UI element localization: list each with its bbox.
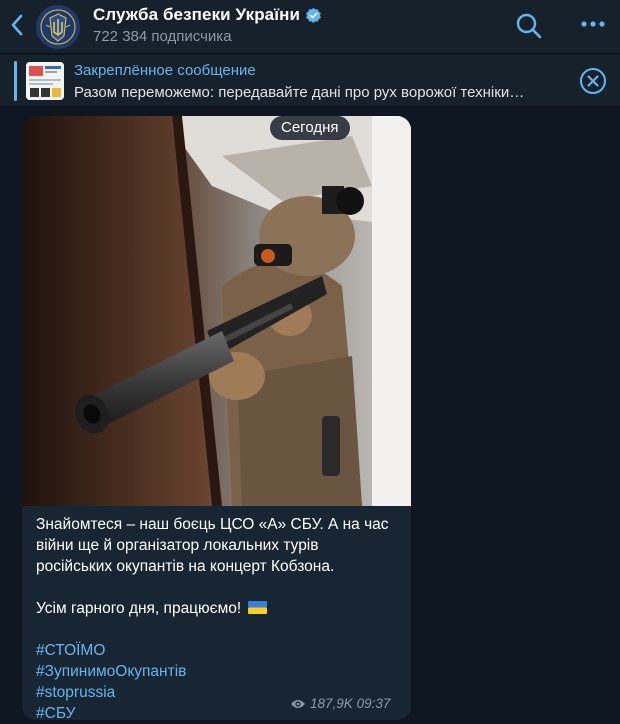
- hashtag-link[interactable]: #СТОЇМО: [36, 640, 396, 661]
- post-photo[interactable]: Сегодня: [22, 116, 411, 506]
- channel-title-row[interactable]: Служба безпеки України: [93, 5, 322, 25]
- ukraine-flag-icon: [247, 601, 267, 614]
- post-text: Знайомтеся – наш боєць ЦСО «А» СБУ. А на…: [36, 514, 396, 720]
- sbu-emblem-icon: [36, 5, 80, 49]
- more-dots-icon: [581, 21, 605, 27]
- eye-icon: [291, 699, 305, 708]
- chevron-left-icon: [11, 14, 23, 36]
- close-circle-icon: [580, 68, 606, 94]
- unpin-button[interactable]: [579, 67, 607, 95]
- channel-post[interactable]: Сегодня Знайомтеся – наш боєць ЦСО «А» С…: [22, 116, 411, 720]
- post-time: 09:37: [356, 696, 391, 711]
- back-button[interactable]: [6, 10, 30, 40]
- soldier-photo-image: [22, 116, 411, 506]
- search-icon: [516, 13, 542, 39]
- post-paragraph-1: Знайомтеся – наш боєць ЦСО «А» СБУ. А на…: [36, 516, 389, 575]
- pinned-label: Закреплённое сообщение: [74, 62, 256, 79]
- post-meta: 187,9K 09:37: [290, 696, 390, 711]
- verified-badge-icon: [306, 7, 321, 23]
- pinned-text: Разом переможемо: передавайте дані про р…: [74, 84, 525, 101]
- search-button[interactable]: [514, 11, 544, 41]
- pinned-thumbnail: [26, 62, 64, 100]
- pinned-thumbnail-image: [26, 62, 64, 100]
- chat-header: Служба безпеки України 722 384 подписчик…: [0, 0, 620, 54]
- pinned-indicator: [14, 61, 17, 101]
- date-badge: Сегодня: [270, 116, 350, 140]
- hashtag-link[interactable]: #ЗупинимоОкупантів: [36, 661, 396, 682]
- channel-avatar[interactable]: [36, 5, 80, 49]
- view-count: 187,9K: [310, 696, 353, 711]
- more-button[interactable]: [578, 14, 608, 34]
- pinned-message-bar[interactable]: Закреплённое сообщение Разом переможемо:…: [0, 55, 620, 107]
- channel-title: Служба безпеки України: [93, 5, 301, 24]
- subscriber-count: 722 384 подписчика: [93, 28, 232, 45]
- post-paragraph-2-text: Усім гарного дня, працюємо!: [36, 600, 242, 617]
- post-paragraph-2: Усім гарного дня, працюємо!: [36, 598, 396, 619]
